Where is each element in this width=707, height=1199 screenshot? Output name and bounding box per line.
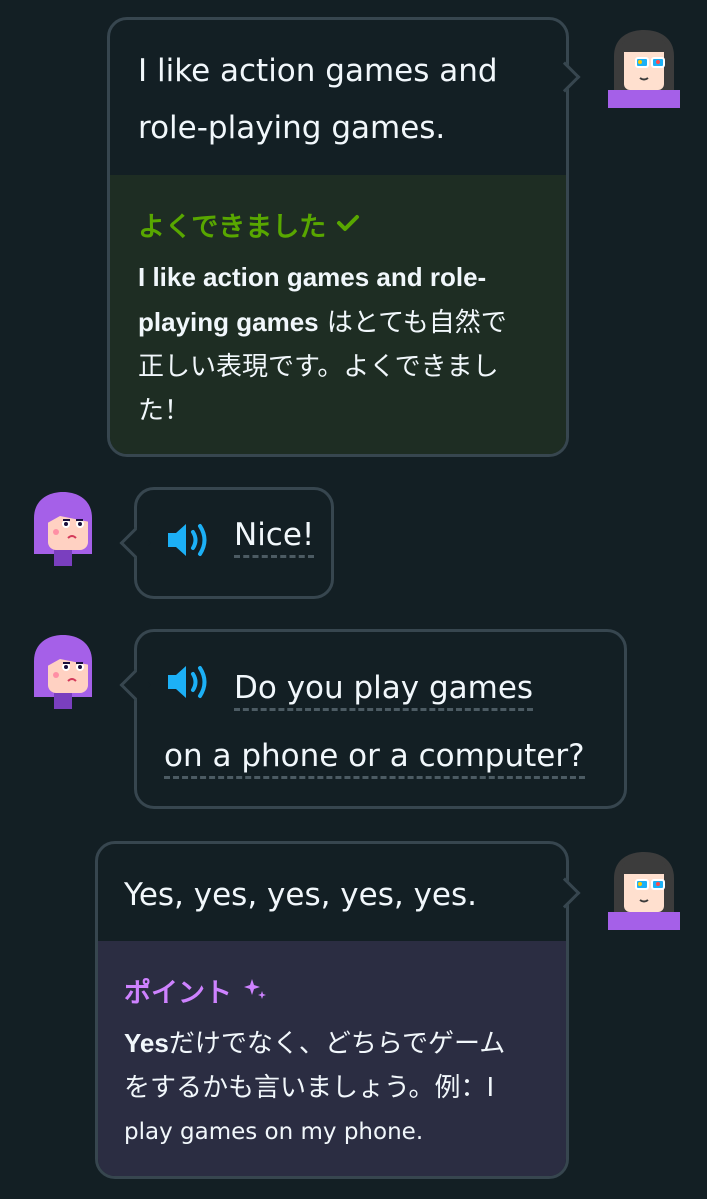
- user-avatar: [608, 850, 680, 934]
- user-message-bubble: I like action games and role-playing gam…: [107, 17, 581, 457]
- message-line[interactable]: Do you play games: [234, 670, 534, 711]
- bubble-tail: [119, 527, 151, 559]
- praise-feedback-panel: よくできました I like action games and role- pl…: [110, 175, 566, 454]
- message-line[interactable]: on a phone or a computer?: [164, 738, 585, 779]
- bot-avatar: [30, 635, 96, 715]
- feedback-text: た！: [138, 396, 191, 426]
- feedback-title: ポイント: [124, 978, 232, 1009]
- feedback-bold-text: I like action games and role-: [138, 262, 487, 292]
- speaker-icon[interactable]: [164, 520, 212, 564]
- feedback-body: Yesだけでなく、どちらでゲーム をするかも言いましょう。例：I play ga…: [124, 1021, 554, 1154]
- message-text: I like action games and role-playing gam…: [138, 43, 498, 157]
- user-message-bubble: Yes, yes, yes, yes, yes. ポイント Yesだけでなく、ど…: [95, 841, 581, 1179]
- bubble-tail: [549, 61, 581, 93]
- feedback-text: はとても自然で: [318, 308, 507, 338]
- message-line: role-playing games.: [138, 110, 446, 146]
- message-line: Yes, yes, yes, yes, yes.: [124, 877, 478, 913]
- feedback-bold-text: Yes: [124, 1028, 169, 1058]
- message-line[interactable]: Nice!: [234, 517, 315, 558]
- feedback-body: I like action games and role- playing ga…: [138, 255, 558, 433]
- bubble-tail: [119, 669, 151, 701]
- message-line: I like action games and: [138, 53, 498, 89]
- bot-message-bubble: Do you play games on a phone or a comput…: [119, 629, 627, 809]
- sparkle-icon: [244, 977, 268, 1005]
- check-icon: [336, 213, 360, 237]
- feedback-text: だけでなく、どちらでゲーム: [168, 1029, 506, 1059]
- feedback-title: よくできました: [138, 212, 327, 243]
- feedback-text: 正しい表現です。よくできまし: [138, 352, 499, 382]
- feedback-text: をするかも言いましょう。例：I: [124, 1073, 495, 1103]
- feedback-bold-text: playing games: [138, 307, 319, 337]
- message-text[interactable]: Do you play games on a phone or a comput…: [164, 654, 604, 790]
- message-text[interactable]: Nice!: [234, 510, 315, 560]
- bot-message-bubble: Nice!: [119, 487, 334, 599]
- tip-feedback-panel: ポイント Yesだけでなく、どちらでゲーム をするかも言いましょう。例：I pl…: [98, 941, 566, 1176]
- message-text: Yes, yes, yes, yes, yes.: [124, 867, 477, 924]
- feedback-text: play games on my phone.: [124, 1119, 424, 1145]
- bot-avatar: [30, 492, 96, 572]
- user-avatar: [608, 28, 680, 112]
- bubble-tail: [549, 877, 581, 909]
